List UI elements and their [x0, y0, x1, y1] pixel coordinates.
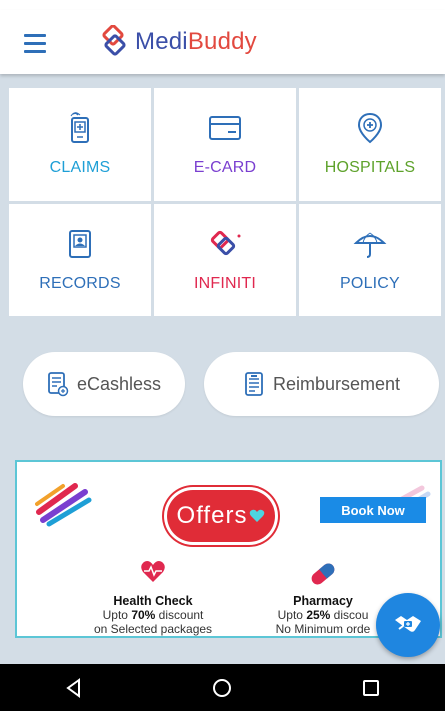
medibuddy-logo-icon — [102, 25, 126, 56]
umbrella-icon — [353, 232, 387, 258]
heart-icon — [250, 509, 265, 522]
claims-phone-icon — [70, 112, 89, 144]
reimbursement-button[interactable]: Reimbursement — [204, 352, 439, 416]
records-icon — [69, 229, 91, 258]
offers-badge: Offers — [167, 490, 275, 542]
tile-records-label: RECORDS — [39, 274, 121, 292]
ecard-icon — [209, 116, 241, 141]
health-check-promo: Health Check Upto 70% discount on Select… — [73, 594, 233, 636]
pharmacy-pill-icon — [311, 563, 335, 585]
tile-ecard[interactable]: E-CARD — [154, 88, 296, 201]
tile-records[interactable]: RECORDS — [9, 203, 151, 316]
tile-infiniti[interactable]: INFINITI — [154, 203, 296, 316]
support-fab[interactable] — [376, 593, 440, 657]
tile-hospitals-label: HOSPITALS — [324, 159, 416, 177]
tile-hospitals[interactable]: HOSPITALS — [299, 88, 441, 201]
handshake-icon — [395, 616, 421, 632]
recents-button[interactable] — [341, 668, 401, 708]
reimbursement-doc-icon — [245, 372, 263, 396]
tile-ecard-label: E-CARD — [193, 159, 257, 177]
feature-grid: CLAIMS E-CARD HOSPITALS RECORDS INFINITI… — [9, 88, 441, 316]
health-check-note: on Selected packages — [93, 622, 213, 636]
decorative-streaks-left — [35, 483, 92, 527]
back-triangle-icon — [66, 677, 81, 698]
tile-claims[interactable]: CLAIMS — [9, 88, 151, 201]
tile-policy-label: POLICY — [340, 274, 400, 292]
reimbursement-label: Reimbursement — [272, 373, 401, 394]
ecashless-button[interactable]: eCashless — [23, 352, 185, 416]
status-bar — [0, 0, 445, 10]
tile-policy[interactable]: POLICY — [299, 203, 441, 316]
health-check-discount: Upto 70% discount — [102, 608, 204, 622]
tile-claims-label: CLAIMS — [49, 159, 111, 177]
health-check-title: Health Check — [113, 594, 193, 608]
book-now-button[interactable]: Book Now — [320, 497, 426, 523]
pharmacy-title: Pharmacy — [293, 594, 353, 608]
pharmacy-discount: Upto 25% discou — [277, 608, 369, 622]
home-circle-icon — [213, 678, 232, 697]
menu-icon[interactable] — [24, 34, 48, 53]
app-logo: MediBuddy — [97, 25, 257, 59]
android-nav-bar — [0, 664, 445, 711]
offers-label: Offers — [176, 502, 248, 529]
app-title: MediBuddy — [135, 28, 257, 55]
tile-infiniti-label: INFINITI — [193, 274, 257, 292]
pharmacy-promo: Pharmacy Upto 25% discou No Minimum orde — [253, 594, 393, 636]
health-check-heart-icon — [141, 561, 165, 582]
pharmacy-note: No Minimum orde — [275, 622, 371, 636]
recents-square-icon — [362, 679, 379, 696]
ecashless-label: eCashless — [76, 373, 162, 394]
infiniti-logo-icon — [210, 230, 241, 255]
app-bar: MediBuddy — [0, 10, 445, 74]
back-button[interactable] — [44, 668, 104, 708]
ecashless-doc-icon — [48, 372, 69, 397]
hospital-pin-icon — [357, 113, 383, 144]
home-button[interactable] — [192, 668, 252, 708]
